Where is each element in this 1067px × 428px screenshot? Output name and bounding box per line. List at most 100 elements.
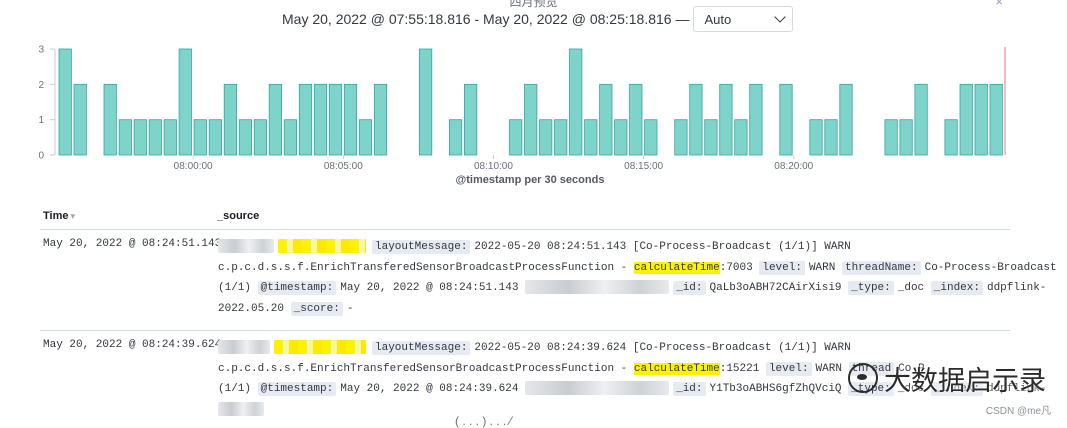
field-value: (1/1)	[218, 383, 252, 395]
histogram-bar[interactable]	[148, 119, 162, 156]
y-tick-label: 0	[38, 151, 44, 162]
field-value: QaLb3oABH72CAirXisi9	[709, 282, 842, 294]
histogram-bar[interactable]	[704, 119, 718, 156]
histogram-bar[interactable]	[313, 83, 328, 156]
histogram-bar[interactable]	[509, 119, 523, 156]
row-time: May 20, 2022 @ 08:24:39.624	[43, 339, 222, 351]
redacted-field	[525, 280, 670, 295]
interval-select[interactable]: Auto	[693, 6, 794, 32]
histogram-bar[interactable]	[373, 83, 388, 156]
watermark-text: 大数据启示录	[884, 365, 1046, 396]
histogram-bar[interactable]	[463, 83, 478, 156]
histogram-bar[interactable]	[719, 83, 733, 156]
histogram-bar[interactable]	[73, 83, 87, 156]
field-value: Y1Tb3oABHS6gfZhQVciQ	[709, 383, 842, 395]
histogram-bar[interactable]	[809, 119, 823, 156]
time-range-text: May 20, 2022 @ 07:55:18.816 - May 20, 20…	[282, 11, 690, 27]
field-value: :15221	[719, 362, 760, 375]
histogram-bar[interactable]	[133, 119, 147, 156]
histogram-bar[interactable]	[779, 83, 793, 156]
histogram-bar[interactable]	[343, 83, 358, 156]
field-key: _index:	[930, 281, 983, 295]
x-tick-label: 08:15:00	[624, 161, 663, 172]
field-value: (1/1)	[218, 282, 252, 294]
column-header-time[interactable]: Time ▾	[43, 210, 75, 222]
x-tick-label: 08:20:00	[774, 161, 813, 172]
histogram-bar[interactable]	[959, 83, 973, 156]
histogram-bar[interactable]	[824, 119, 838, 156]
histogram-bar[interactable]	[839, 83, 853, 156]
histogram-bar[interactable]	[974, 83, 988, 156]
redacted-field	[218, 239, 274, 254]
histogram-bar[interactable]	[163, 119, 177, 156]
histogram-bar[interactable]	[103, 83, 117, 156]
field-key: _type:	[848, 281, 894, 295]
x-tick-label: 08:10:00	[474, 161, 513, 172]
histogram-bar[interactable]	[178, 48, 192, 156]
histogram-chart[interactable]: 0123 08:00:00 08:05:00 08:10:00 08:15:00 08:…	[0, 36, 1067, 191]
histogram-bar[interactable]	[118, 119, 132, 156]
chevron-down-icon	[774, 11, 787, 23]
histogram-bar[interactable]	[268, 83, 283, 156]
field-key: level:	[759, 260, 805, 275]
wechat-icon	[848, 363, 878, 393]
histogram-bar[interactable]	[223, 83, 237, 156]
histogram-bar[interactable]	[358, 119, 373, 156]
redacted-field	[218, 401, 264, 416]
histogram-bar[interactable]	[569, 48, 583, 156]
sort-icon[interactable]: ▾	[70, 211, 75, 221]
field-value: May 20, 2022 @ 08:24:51.143	[340, 282, 519, 294]
histogram-bar[interactable]	[298, 83, 313, 156]
histogram-bar[interactable]	[584, 119, 598, 156]
csdn-credit: CSDN @me凡	[985, 406, 1051, 417]
close-icon[interactable]: ×	[995, 0, 1003, 9]
histogram-bar[interactable]	[689, 83, 703, 156]
field-value: c.p.c.d.s.s.f.EnrichTransferedSensorBroa…	[218, 362, 628, 375]
histogram-bars[interactable]	[58, 47, 1006, 156]
histogram-bar[interactable]	[674, 119, 688, 156]
y-tick-label: 2	[38, 80, 44, 91]
field-value: 2022.05.20	[218, 302, 285, 315]
histogram-bar[interactable]	[253, 119, 267, 156]
histogram-bar[interactable]	[328, 83, 343, 156]
y-tick-label: 1	[38, 115, 44, 126]
y-tick-label: 3	[38, 45, 44, 56]
interval-value: Auto	[704, 11, 732, 27]
field-value: ddpflink-	[986, 282, 1047, 294]
histogram-bar[interactable]	[629, 83, 643, 156]
histogram-bar[interactable]	[238, 119, 252, 156]
histogram-bar[interactable]	[58, 48, 72, 156]
field-key: @timestamp:	[257, 281, 337, 295]
histogram-bar[interactable]	[448, 119, 463, 156]
field-value: 2022-05-20 08:24:51.143 [Co-Process-Broa…	[474, 241, 851, 253]
histogram-bar[interactable]	[734, 119, 748, 156]
histogram-bar[interactable]	[524, 83, 538, 156]
field-key: layoutMessage:	[372, 341, 471, 355]
histogram-bar[interactable]	[539, 119, 553, 156]
field-key: _id:	[673, 382, 706, 396]
histogram-bar[interactable]	[899, 119, 913, 156]
column-header-source: _source	[217, 210, 260, 222]
histogram-bar[interactable]	[599, 83, 613, 156]
histogram-bar[interactable]	[614, 119, 628, 156]
histogram-bar[interactable]	[884, 119, 898, 156]
histogram-bar[interactable]	[193, 119, 207, 156]
table-row[interactable]: May 20, 2022 @ 08:24:51.143 layoutMessag…	[40, 230, 1057, 331]
histogram-bar[interactable]	[914, 83, 928, 156]
histogram-bar[interactable]	[989, 83, 1003, 156]
histogram-bar[interactable]	[749, 83, 763, 156]
histogram-bar[interactable]	[554, 119, 568, 156]
histogram-bar[interactable]	[644, 119, 658, 156]
redacted-field	[525, 381, 670, 396]
histogram-bar[interactable]	[944, 119, 958, 156]
field-value: _doc	[897, 282, 925, 294]
histogram-bar[interactable]	[283, 119, 298, 156]
x-axis-title: @timestamp per 30 seconds	[456, 174, 605, 186]
field-value: May 20, 2022 @ 08:24:39.624	[340, 383, 519, 395]
field-value: :7003	[719, 261, 753, 274]
field-value: 2022-05-20 08:24:39.624 [Co-Process-Broa…	[474, 342, 851, 354]
histogram-bar[interactable]	[208, 119, 222, 156]
histogram-bar[interactable]	[418, 48, 433, 156]
field-key: layoutMessage:	[372, 240, 471, 254]
x-axis: 08:00:00 08:05:00 08:10:00 08:15:00 08:20:00	[174, 155, 814, 172]
